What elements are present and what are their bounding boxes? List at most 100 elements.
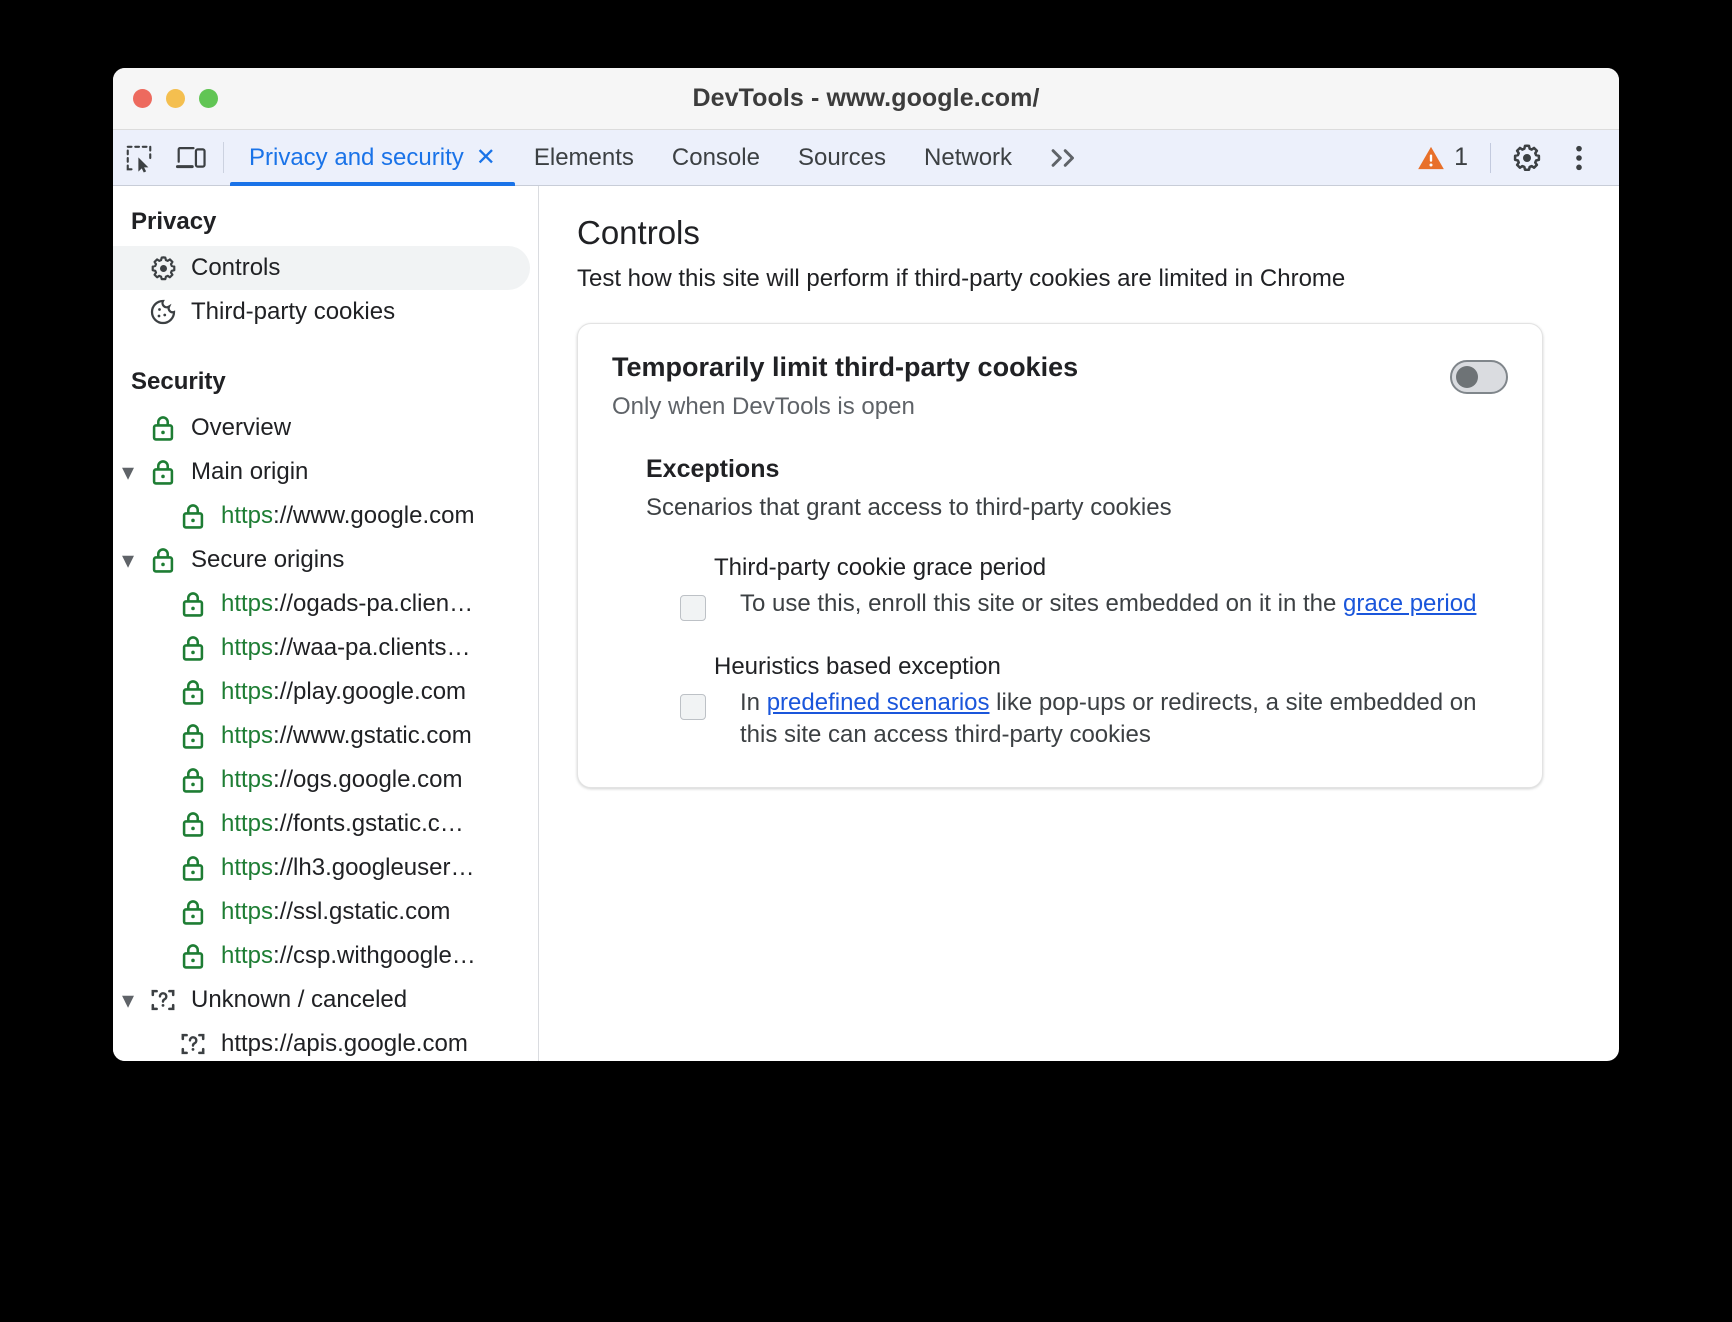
lock-icon	[173, 722, 213, 750]
origin-host: ://ogads-pa.clien…	[273, 590, 474, 617]
origin-host: ://waa-pa.clients…	[273, 634, 471, 661]
exception-description-text: To use this, enroll this site or sites e…	[740, 590, 1343, 617]
origin-scheme: https	[221, 854, 274, 881]
warning-badge[interactable]: 1	[1405, 143, 1480, 172]
inspect-element-icon[interactable]	[113, 130, 165, 185]
sidebar-item-label: Main origin	[191, 458, 309, 485]
exceptions-section: Exceptions Scenarios that grant access t…	[646, 455, 1508, 751]
devtools-window: DevTools - www.google.com/ Privacy and s…	[113, 68, 1619, 1061]
privacy-security-sidebar[interactable]: Privacy Controls Third-party cookies Sec…	[113, 186, 539, 1061]
tab-console[interactable]: Console	[653, 130, 779, 185]
tabbar-right-controls: 1	[1405, 130, 1619, 185]
origin-host: ://ogs.google.com	[273, 766, 463, 793]
origin-host: ://play.google.com	[273, 678, 467, 705]
chevron-down-icon[interactable]: ▾	[113, 546, 143, 575]
origin-scheme: https	[221, 810, 274, 837]
sidebar-item-origin[interactable]: https://csp.withgoogle…	[113, 934, 538, 978]
gear-icon	[143, 254, 183, 283]
sidebar-item-label: Unknown / canceled	[191, 986, 408, 1013]
lock-icon	[143, 458, 183, 486]
exception-name: Third-party cookie grace period	[714, 554, 1047, 581]
sidebar-item-origin[interactable]: https://ogads-pa.clien…	[113, 582, 538, 626]
grace-period-link[interactable]: grace period	[1343, 590, 1476, 617]
sidebar-item-origin-unknown[interactable]: https://apis.google.com	[113, 1022, 538, 1061]
origin-scheme: https	[221, 678, 274, 705]
grace-period-checkbox[interactable]	[680, 595, 706, 621]
sidebar-item-controls[interactable]: Controls	[113, 246, 530, 290]
window-title: DevTools - www.google.com/	[692, 84, 1040, 112]
origin-host: ://lh3.googleuser…	[273, 854, 475, 881]
predefined-scenarios-link[interactable]: predefined scenarios	[767, 689, 990, 716]
card-subtitle: Only when DevTools is open	[612, 393, 915, 420]
devtools-content: Privacy Controls Third-party cookies Sec…	[113, 186, 1619, 1061]
close-icon[interactable]: ✕	[476, 145, 496, 170]
origin-scheme: https	[221, 898, 274, 925]
limit-third-party-cookies-toggle[interactable]	[1450, 360, 1508, 394]
lock-icon	[173, 678, 213, 706]
settings-gear-icon[interactable]	[1501, 142, 1553, 174]
controls-panel: Controls Test how this site will perform…	[539, 186, 1619, 1061]
sidebar-item-origin[interactable]: https://ssl.gstatic.com	[113, 890, 538, 934]
toolbar-divider	[1490, 142, 1491, 173]
sidebar-item-origin[interactable]: https://www.gstatic.com	[113, 714, 538, 758]
exceptions-title: Exceptions	[646, 455, 780, 483]
tab-privacy-and-security[interactable]: Privacy and security ✕	[230, 130, 515, 186]
sidebar-item-label: Third-party cookies	[191, 298, 396, 325]
origin-host: ://www.google.com	[273, 502, 475, 529]
lock-icon	[173, 502, 213, 530]
sidebar-group-secure-origins[interactable]: ▾ Secure origins	[113, 538, 538, 582]
sidebar-item-label: Overview	[191, 414, 292, 441]
sidebar-group-unknown-canceled[interactable]: ▾ Unknown / canceled	[113, 978, 538, 1022]
lock-icon	[173, 590, 213, 618]
tab-sources[interactable]: Sources	[779, 130, 905, 185]
sidebar-item-origin[interactable]: https://fonts.gstatic.c…	[113, 802, 538, 846]
tab-label: Elements	[533, 143, 634, 171]
sidebar-section-privacy-heading: Privacy	[131, 208, 217, 235]
sidebar-item-origin[interactable]: https://www.google.com	[113, 494, 538, 538]
more-options-icon[interactable]	[1553, 142, 1605, 174]
origin-host: ://www.gstatic.com	[273, 722, 472, 749]
more-tabs-icon[interactable]	[1031, 130, 1097, 185]
unknown-origin-icon	[173, 1030, 213, 1058]
tab-elements[interactable]: Elements	[515, 130, 653, 185]
sidebar-item-origin[interactable]: https://play.google.com	[113, 670, 538, 714]
exception-heuristics: Heuristics based exception In predefined…	[646, 653, 1508, 751]
sidebar-item-overview[interactable]: Overview	[113, 406, 538, 450]
page-subtitle: Test how this site will perform if third…	[577, 265, 1346, 292]
card-header: Temporarily limit third-party cookies On…	[612, 352, 1508, 421]
tab-label: Console	[671, 143, 760, 171]
tab-network[interactable]: Network	[905, 130, 1031, 185]
lock-icon	[173, 810, 213, 838]
lock-icon	[143, 546, 183, 574]
origin-host: ://fonts.gstatic.c…	[273, 810, 464, 837]
origin-scheme: https	[221, 502, 274, 529]
sidebar-group-main-origin[interactable]: ▾ Main origin	[113, 450, 538, 494]
exception-description-text: In	[740, 689, 767, 716]
heuristics-checkbox[interactable]	[680, 694, 706, 720]
chevron-down-icon[interactable]: ▾	[113, 458, 143, 487]
toggle-knob	[1456, 366, 1478, 388]
unknown-origin-icon	[143, 986, 183, 1014]
tab-label: Privacy and security	[249, 143, 464, 171]
device-toolbar-icon[interactable]	[165, 130, 217, 185]
limit-third-party-cookies-card: Temporarily limit third-party cookies On…	[577, 323, 1543, 789]
sidebar-item-label: Controls	[191, 254, 281, 281]
card-title: Temporarily limit third-party cookies	[612, 352, 1079, 382]
sidebar-item-origin[interactable]: https://ogs.google.com	[113, 758, 538, 802]
exception-grace-period: Third-party cookie grace period To use t…	[646, 554, 1508, 621]
devtools-tabbar: Privacy and security ✕ Elements Console …	[113, 130, 1619, 186]
sidebar-item-origin[interactable]: https://waa-pa.clients…	[113, 626, 538, 670]
cookie-icon	[143, 297, 183, 327]
chevron-down-icon[interactable]: ▾	[113, 986, 143, 1015]
exception-name: Heuristics based exception	[714, 653, 1001, 680]
lock-icon	[173, 766, 213, 794]
tab-label: Sources	[797, 143, 887, 171]
lock-icon	[173, 854, 213, 882]
window-titlebar: DevTools - www.google.com/	[113, 68, 1619, 130]
origin-scheme: https	[221, 722, 274, 749]
exception-description: In predefined scenarios like pop-ups or …	[740, 687, 1500, 751]
sidebar-item-origin[interactable]: https://lh3.googleuser…	[113, 846, 538, 890]
sidebar-item-third-party-cookies[interactable]: Third-party cookies	[113, 290, 538, 334]
origin-host: ://ssl.gstatic.com	[273, 898, 451, 925]
lock-icon	[143, 414, 183, 442]
